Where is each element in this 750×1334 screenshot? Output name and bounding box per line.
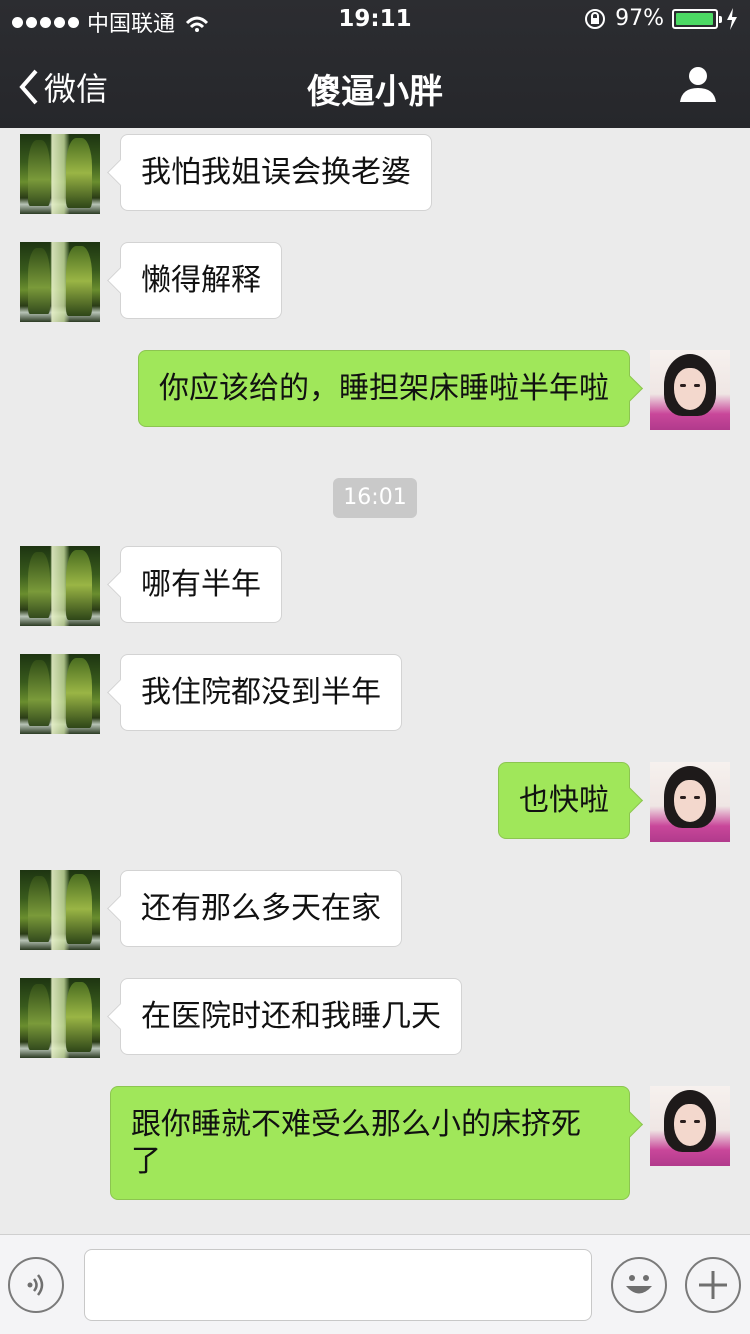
message-bubble[interactable]: 跟你睡就不难受么那么小的床挤死了 bbox=[110, 1086, 630, 1200]
friend-avatar[interactable] bbox=[20, 546, 100, 626]
my-avatar[interactable] bbox=[650, 1086, 730, 1166]
person-icon[interactable] bbox=[678, 64, 718, 104]
battery-fill bbox=[676, 12, 713, 25]
message-bubble[interactable]: 哪有半年 bbox=[120, 546, 282, 623]
my-avatar[interactable] bbox=[650, 350, 730, 430]
status-bar: 中国联通 19:11 97% bbox=[0, 0, 750, 40]
input-bar bbox=[0, 1234, 750, 1334]
message-bubble[interactable]: 我住院都没到半年 bbox=[120, 654, 402, 731]
message-bubble[interactable]: 也快啦 bbox=[498, 762, 630, 839]
message-input[interactable] bbox=[84, 1249, 592, 1321]
chat-area[interactable]: 我怕我姐误会换老婆 懒得解释 你应该给的，睡担架床睡啦半年啦 16:01 哪有半… bbox=[0, 128, 750, 1234]
friend-avatar[interactable] bbox=[20, 242, 100, 322]
charging-icon bbox=[727, 7, 737, 30]
status-right: 97% bbox=[583, 6, 738, 31]
plus-button[interactable] bbox=[685, 1257, 741, 1313]
voice-button[interactable] bbox=[8, 1257, 64, 1313]
top-bar: 中国联通 19:11 97% 微信 傻逼小胖 bbox=[0, 0, 750, 128]
rotation-lock-icon bbox=[585, 8, 606, 29]
emoji-icon bbox=[626, 1275, 652, 1294]
message-bubble[interactable]: 你应该给的，睡担架床睡啦半年啦 bbox=[138, 350, 630, 427]
nav-bar: 微信 傻逼小胖 bbox=[0, 40, 750, 128]
battery-percent: 97% bbox=[615, 6, 664, 31]
friend-avatar[interactable] bbox=[20, 978, 100, 1058]
message-bubble[interactable]: 在医院时还和我睡几天 bbox=[120, 978, 462, 1055]
battery-icon bbox=[672, 8, 722, 29]
friend-avatar[interactable] bbox=[20, 134, 100, 214]
message-bubble[interactable]: 我怕我姐误会换老婆 bbox=[120, 134, 432, 211]
plus-icon bbox=[699, 1271, 727, 1299]
message-bubble[interactable]: 懒得解释 bbox=[120, 242, 282, 319]
timestamp-label: 16:01 bbox=[333, 478, 417, 518]
friend-avatar[interactable] bbox=[20, 870, 100, 950]
emoji-button[interactable] bbox=[611, 1257, 667, 1313]
voice-icon bbox=[27, 1274, 44, 1296]
message-bubble[interactable]: 还有那么多天在家 bbox=[120, 870, 402, 947]
chat-title: 傻逼小胖 bbox=[307, 72, 443, 112]
my-avatar[interactable] bbox=[650, 762, 730, 842]
friend-avatar[interactable] bbox=[20, 654, 100, 734]
